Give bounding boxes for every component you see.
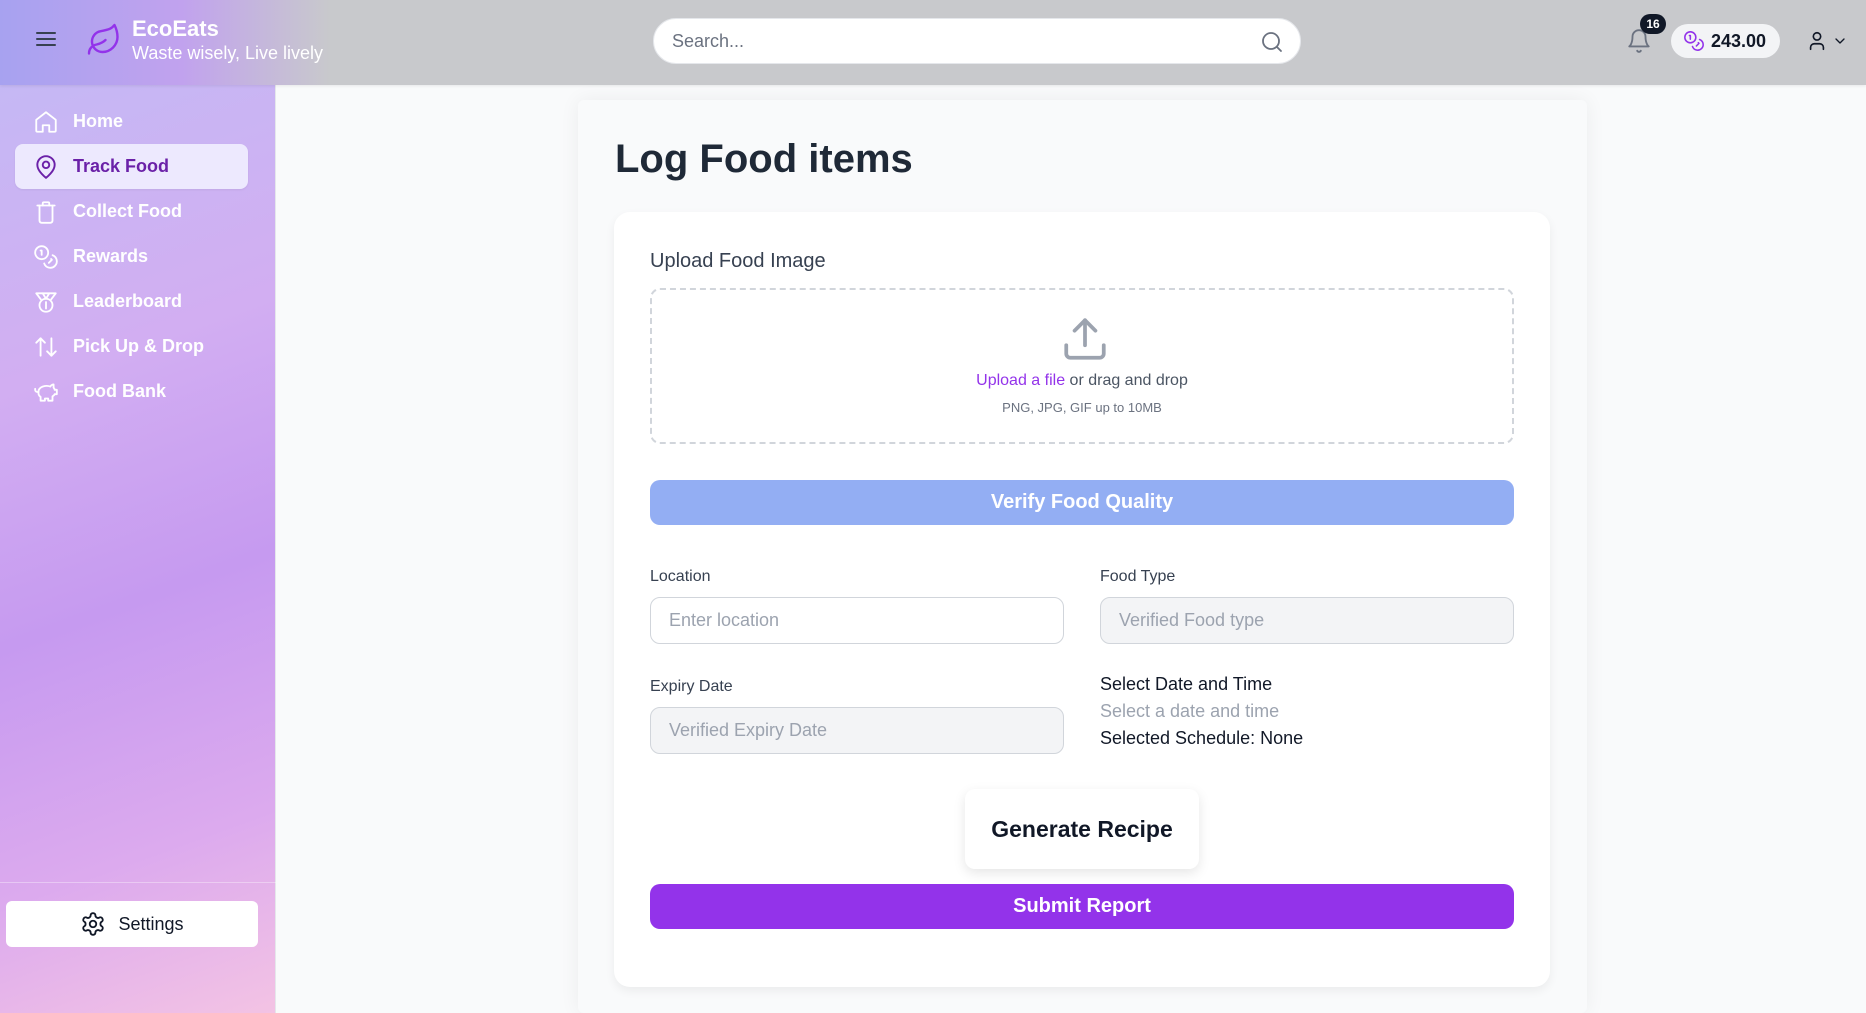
sidebar: Home Track Food Collect Food Rewards Lea… <box>0 85 276 1013</box>
brand[interactable]: EcoEats Waste wisely, Live lively <box>86 16 323 64</box>
sidebar-nav: Home Track Food Collect Food Rewards Lea… <box>0 85 275 414</box>
log-food-form: Upload Food Image Upload a file or drag … <box>614 212 1550 987</box>
coins-icon <box>34 244 58 269</box>
sidebar-item-label: Track Food <box>73 156 170 176</box>
upload-dropzone[interactable]: Upload a file or drag and drop PNG, JPG,… <box>650 288 1514 444</box>
upload-instructions: Upload a file or drag and drop <box>652 372 1512 390</box>
user-icon <box>1809 31 1825 51</box>
sidebar-item-track-food[interactable]: Track Food <box>15 144 248 189</box>
search-icon[interactable] <box>1260 30 1284 54</box>
location-label: Location <box>650 568 711 585</box>
expiry-date-input <box>650 707 1064 754</box>
search-bar <box>653 18 1301 64</box>
schedule-title: Select Date and Time <box>1100 674 1273 694</box>
user-menu[interactable] <box>1806 30 1848 52</box>
gear-icon <box>82 912 105 936</box>
sidebar-divider <box>0 882 276 883</box>
upload-hint: PNG, JPG, GIF up to 10MB <box>1002 400 1162 415</box>
sidebar-item-pick-up-drop[interactable]: Pick Up & Drop <box>15 324 248 369</box>
brand-subtitle: Waste wisely, Live lively <box>132 43 324 63</box>
leaf-logo-icon <box>87 23 119 55</box>
search-input[interactable] <box>654 19 1214 63</box>
settings-label: Settings <box>118 913 184 934</box>
chevron-down-icon <box>1835 38 1845 44</box>
selected-schedule: Selected Schedule: None <box>1100 728 1304 748</box>
balance-pill[interactable]: 243.00 <box>1671 24 1781 58</box>
arrow-up-down-icon <box>35 336 57 357</box>
sidebar-item-food-bank[interactable]: Food Bank <box>15 369 248 414</box>
submit-report-button[interactable]: Submit Report <box>650 884 1514 929</box>
sidebar-item-collect-food[interactable]: Collect Food <box>15 189 248 234</box>
map-pin-icon <box>36 154 56 179</box>
sidebar-item-label: Rewards <box>73 246 149 266</box>
piggy-bank-icon <box>34 382 58 402</box>
sidebar-item-label: Home <box>73 111 124 131</box>
top-header: EcoEats Waste wisely, Live lively 16 243… <box>0 0 1866 85</box>
sidebar-item-label: Pick Up & Drop <box>73 336 205 356</box>
balance-value: 243.00 <box>1711 30 1767 51</box>
drag-drop-text: or drag and drop <box>1065 372 1188 389</box>
sidebar-item-label: Food Bank <box>73 381 166 401</box>
food-type-input <box>1100 597 1514 644</box>
menu-icon[interactable] <box>34 28 58 52</box>
settings-button[interactable]: Settings <box>6 901 258 947</box>
page-title: Log Food items <box>615 137 913 181</box>
sidebar-item-home[interactable]: Home <box>15 99 248 144</box>
verify-food-quality-button[interactable]: Verify Food Quality <box>650 480 1514 525</box>
trash-icon <box>36 200 56 224</box>
upload-label: Upload Food Image <box>650 250 826 272</box>
sidebar-item-rewards[interactable]: Rewards <box>15 234 248 279</box>
sidebar-item-label: Collect Food <box>73 201 182 221</box>
schedule-picker[interactable]: Select a date and time <box>1100 701 1279 722</box>
brand-title: EcoEats <box>132 16 219 41</box>
upload-file-link[interactable]: Upload a file <box>976 372 1065 389</box>
upload-icon <box>1064 318 1106 360</box>
main-content: Log Food items Upload Food Image Upload … <box>578 100 1587 1013</box>
coins-icon <box>1684 31 1704 51</box>
sidebar-item-label: Leaderboard <box>73 291 183 311</box>
sidebar-item-leaderboard[interactable]: Leaderboard <box>15 279 248 324</box>
home-icon <box>35 110 57 133</box>
expiry-date-label: Expiry Date <box>650 678 733 695</box>
generate-recipe-button[interactable]: Generate Recipe <box>965 789 1199 869</box>
food-type-label: Food Type <box>1100 568 1176 585</box>
medal-icon <box>35 291 57 313</box>
notification-badge: 16 <box>1640 14 1666 34</box>
location-input[interactable] <box>650 597 1064 644</box>
